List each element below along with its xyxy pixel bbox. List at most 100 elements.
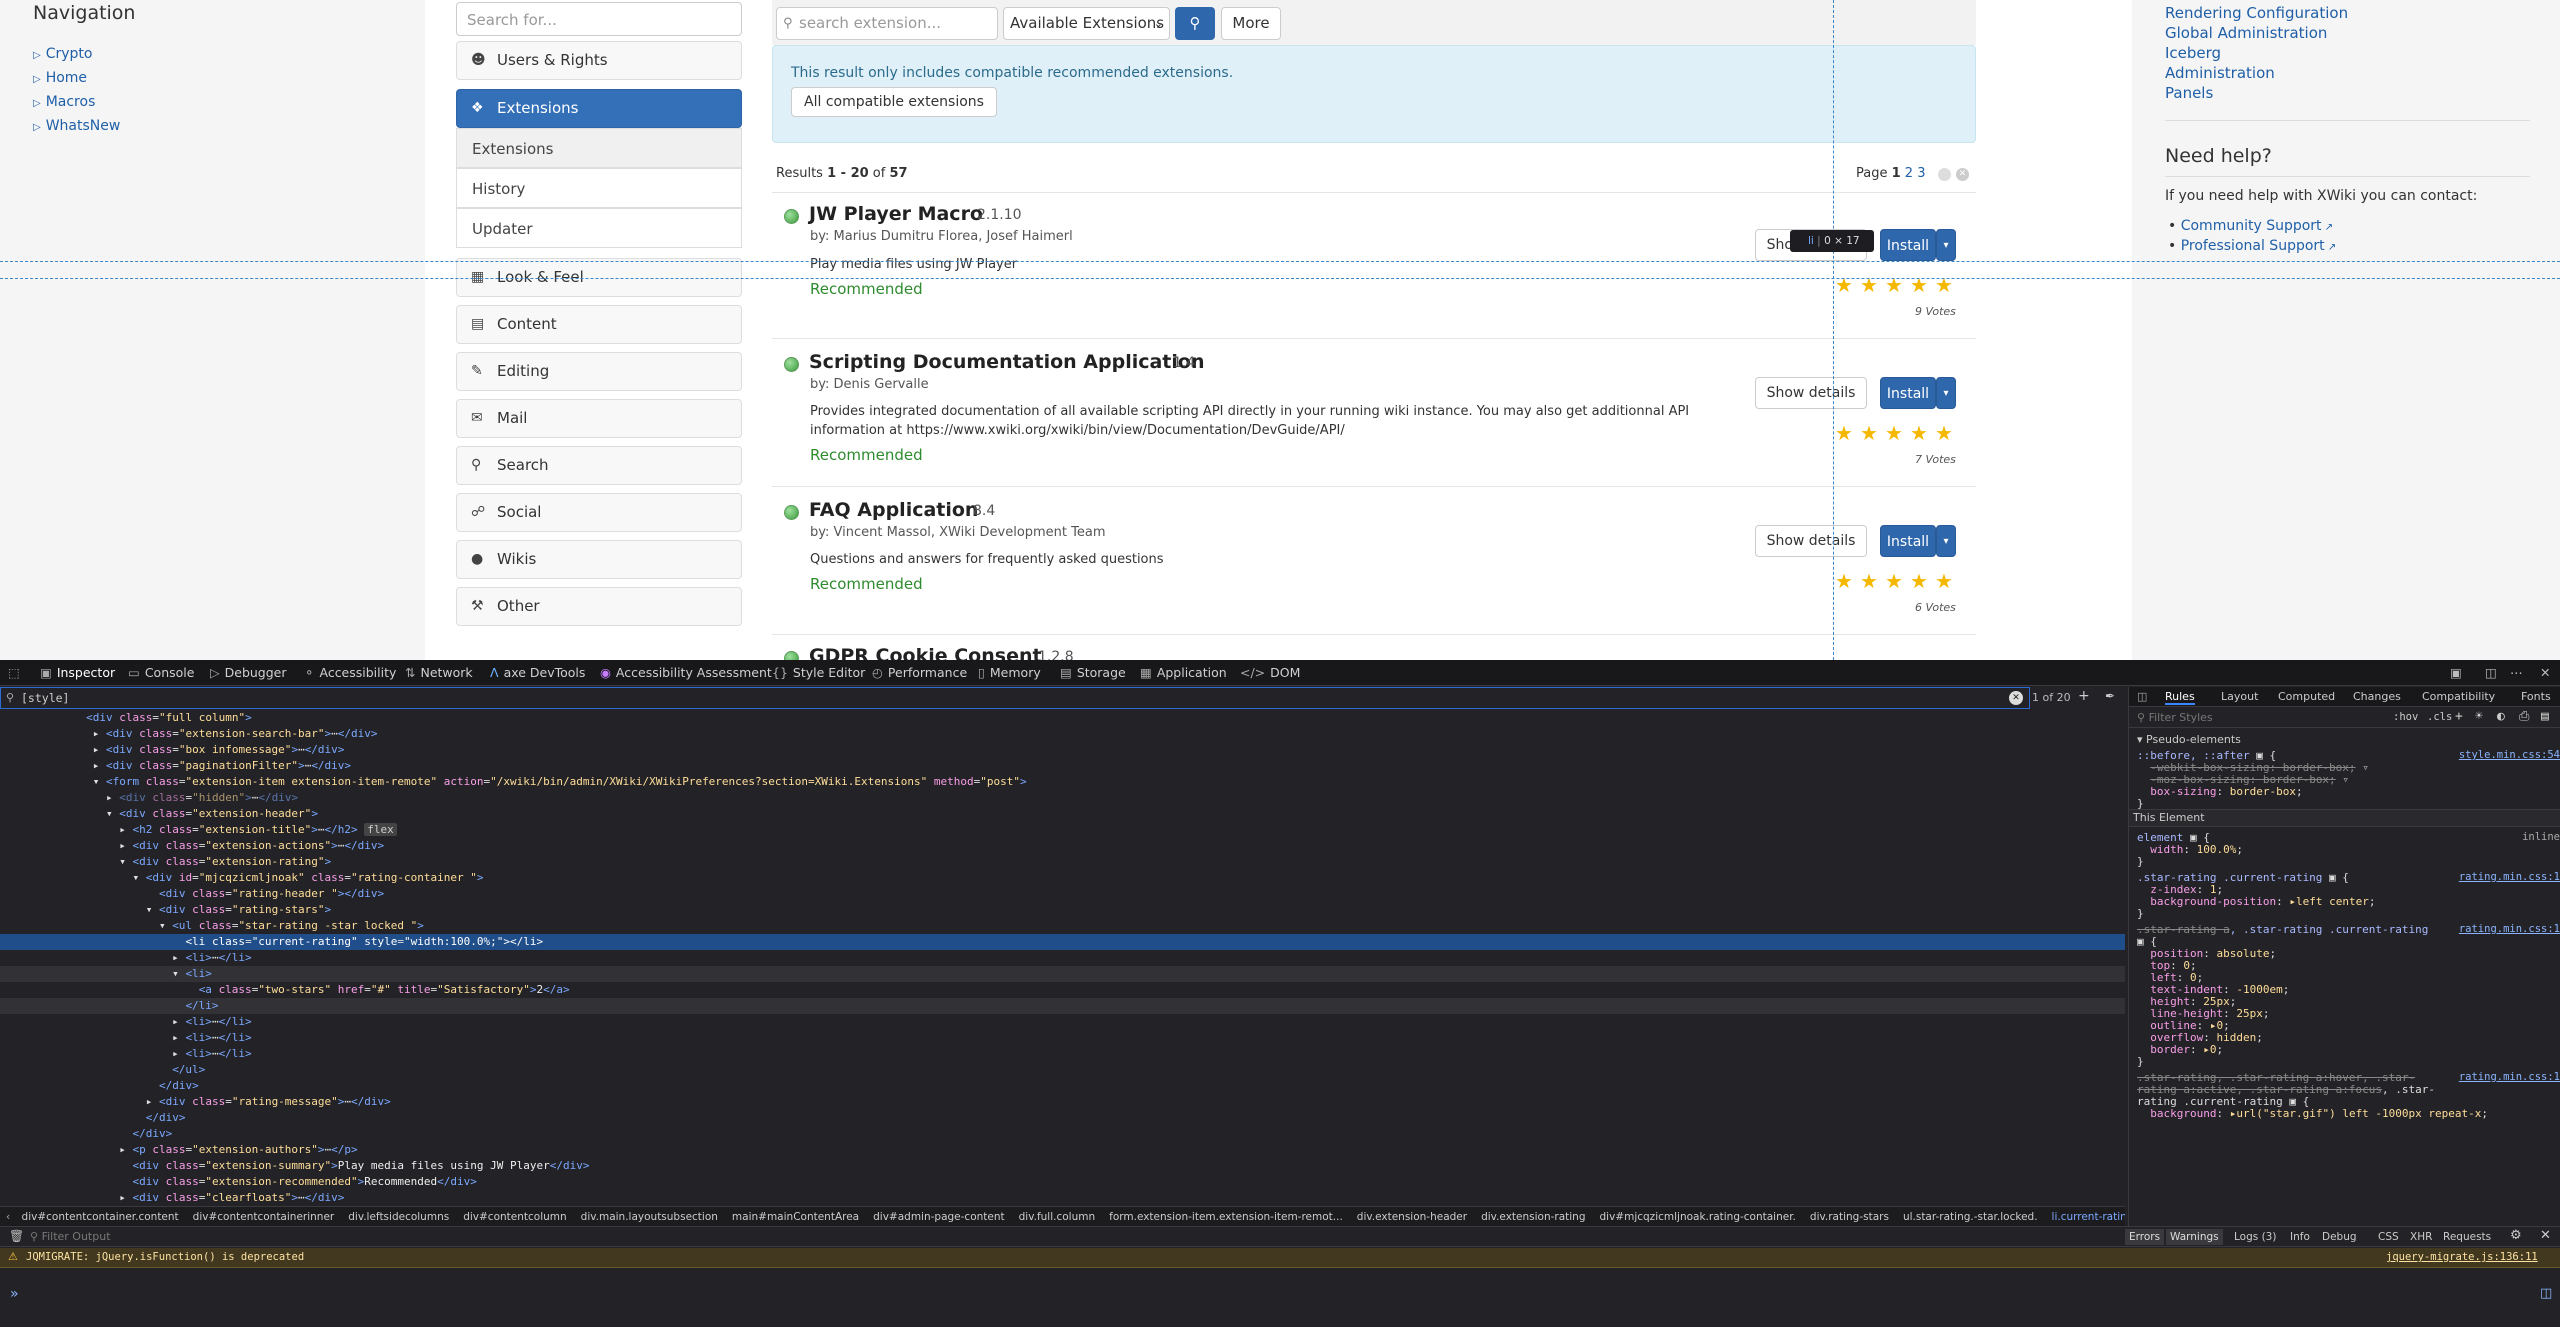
nav-item-macros[interactable]: ▷ Macros [33, 94, 95, 110]
install-button[interactable]: Install [1880, 525, 1936, 557]
tab-performance[interactable]: ◴ Performance [872, 660, 967, 686]
clear-search-icon[interactable]: ✕ [2009, 691, 2023, 705]
prev-page-icon[interactable] [1938, 168, 1951, 181]
markup-line[interactable]: ▾ <div id="mjcqzicmljnoak" class="rating… [0, 870, 2125, 886]
breadcrumb-item[interactable]: div.leftsidecolumns [348, 1211, 449, 1223]
markup-line[interactable]: ▸ <h2 class="extension-title">⋯</h2> fle… [0, 822, 2125, 838]
rating-star[interactable]: ★ [1834, 423, 1854, 443]
pseudo-elements-header[interactable]: ▾ Pseudo-elements [2137, 733, 2241, 746]
menu-other[interactable]: ⚒ Other [456, 587, 742, 626]
nav-item-whatsnew[interactable]: ▷ WhatsNew [33, 118, 120, 134]
markup-line[interactable]: ▸ <li>⋯</li> [0, 950, 2125, 966]
rating-star[interactable]: ★ [1859, 423, 1879, 443]
rating-star[interactable]: ★ [1859, 571, 1879, 591]
markup-line[interactable]: ▸ <div class="clearfloats">⋯</div> [0, 1190, 2125, 1206]
filter-debug-button[interactable]: Debug [2322, 1229, 2357, 1245]
filter-warnings-button[interactable]: Warnings [2166, 1229, 2223, 1245]
close-icon[interactable]: ✕ [2540, 660, 2550, 686]
extension-title[interactable]: Scripting Documentation Application [809, 351, 1204, 373]
markup-line[interactable]: ▸ <li>⋯</li> [0, 1046, 2125, 1062]
stylesheet-link[interactable]: style.min.css:54 [2459, 749, 2560, 761]
link-panels[interactable]: Panels [2165, 84, 2213, 102]
markup-line[interactable]: </ul> [0, 1062, 2125, 1078]
markup-line[interactable]: ▸ <p class="extension-authors">⋯</p> [0, 1142, 2125, 1158]
next-page-icon[interactable]: ✕ [1956, 168, 1969, 181]
more-button[interactable]: More [1221, 7, 1281, 40]
markup-line[interactable]: ▾ <div class="extension-header"> [0, 806, 2125, 822]
professional-support-link[interactable]: • Professional Support ↗ [2168, 238, 2336, 254]
markup-line[interactable]: ▸ <div class="rating-message">⋯</div> [0, 1094, 2125, 1110]
eyedropper-icon[interactable]: ✒ [2105, 689, 2115, 703]
rating-star[interactable]: ★ [1909, 423, 1929, 443]
markup-line[interactable]: ▸ <div class="box infomessage">⋯</div> [0, 742, 2125, 758]
responsive-icon[interactable]: ▣ [2450, 660, 2462, 686]
link-rendering-configuration[interactable]: Rendering Configuration [2165, 4, 2348, 22]
breadcrumb-item[interactable]: div#admin-page-content [873, 1211, 1005, 1223]
breadcrumb-item[interactable]: div#contentcontainer.content [22, 1211, 179, 1223]
community-support-link[interactable]: • Community Support ↗ [2168, 218, 2333, 234]
filter-logs-button[interactable]: Logs (3) [2234, 1229, 2276, 1245]
warning-source-link[interactable]: jquery-migrate.js:136:11 [2386, 1251, 2538, 1263]
print-icon[interactable]: ⎙ [2519, 709, 2529, 724]
rating-star[interactable]: ★ [1884, 423, 1904, 443]
console-filter-input[interactable]: ⚲ Filter Output [30, 1230, 111, 1243]
submenu-updater[interactable]: Updater [456, 208, 742, 248]
tab-dom[interactable]: </> DOM [1240, 660, 1300, 686]
markup-line[interactable]: ▾ <li> [0, 966, 2125, 982]
show-details-button[interactable]: Show details [1755, 377, 1867, 409]
markup-line[interactable]: ▾ <div class="rating-stars"> [0, 902, 2125, 918]
markup-line[interactable]: ▾ <form class="extension-item extension-… [0, 774, 2125, 790]
repository-select[interactable]: Available Extensions ⌄ [1003, 7, 1170, 40]
breadcrumb-scroll-left-icon[interactable]: ‹ [6, 1211, 10, 1223]
editor-mode-icon[interactable]: ◫ [2540, 1286, 2552, 1301]
rating-star[interactable]: ★ [1834, 571, 1854, 591]
markup-line[interactable]: ▸ <div class="extension-actions">⋯</div> [0, 838, 2125, 854]
install-dropdown-button[interactable]: ▾ [1936, 525, 1956, 557]
breadcrumb-item[interactable]: div.extension-header [1357, 1211, 1467, 1223]
tab-changes[interactable]: Changes [2353, 690, 2401, 703]
admin-search-input[interactable]: Search for... [456, 2, 742, 36]
filter-xhr-button[interactable]: XHR [2410, 1229, 2432, 1245]
markup-line[interactable]: ▸ <li>⋯</li> [0, 1030, 2125, 1046]
submenu-extensions[interactable]: Extensions [456, 128, 742, 168]
filter-styles-input[interactable]: ⚲ Filter Styles [2137, 711, 2213, 724]
tab-inspector[interactable]: ▣ Inspector [40, 660, 115, 686]
filter-requests-button[interactable]: Requests [2443, 1229, 2491, 1245]
markup-line[interactable]: </li> [0, 998, 2125, 1014]
rating-star[interactable]: ★ [1909, 571, 1929, 591]
search-button[interactable]: ⚲ [1175, 7, 1215, 40]
tab-debugger[interactable]: ▷ Debugger [210, 660, 287, 686]
console-settings-icon[interactable]: ⚙ [2510, 1228, 2522, 1243]
tab-storage[interactable]: ▤ Storage [1060, 660, 1126, 686]
markup-line[interactable]: <div class="full column"> [0, 710, 2125, 726]
markup-line[interactable]: ▸ <div class="paginationFilter">⋯</div> [0, 758, 2125, 774]
markup-line[interactable]: ▸ <div class="hidden">⋯</div> [0, 790, 2125, 806]
markup-line[interactable]: ▸ <li>⋯</li> [0, 1014, 2125, 1030]
markup-line-selected[interactable]: <li class="current-rating" style="width:… [0, 934, 2125, 950]
breadcrumb-item[interactable]: div#mjcqzicmljnoak.rating-container. [1600, 1211, 1796, 1223]
breadcrumb-item[interactable]: div.extension-rating [1481, 1211, 1585, 1223]
markup-line[interactable]: ▾ <div class="extension-rating"> [0, 854, 2125, 870]
tab-console[interactable]: ▭ Console [128, 660, 194, 686]
markup-search-input[interactable]: ⚲ [style] ✕ [0, 687, 2030, 709]
trash-icon[interactable]: 🗑 [9, 1229, 24, 1243]
menu-search[interactable]: ⚲ Search [456, 446, 742, 485]
tab-computed[interactable]: Computed [2278, 690, 2335, 703]
menu-users-rights[interactable]: ☻ Users & Rights [456, 41, 742, 80]
breadcrumb-item[interactable]: div.full.column [1019, 1211, 1096, 1223]
install-dropdown-button[interactable]: ▾ [1936, 229, 1956, 261]
markup-line[interactable]: </div> [0, 1126, 2125, 1142]
markup-line[interactable]: <div class="extension-recommended">Recom… [0, 1174, 2125, 1190]
filter-css-button[interactable]: CSS [2378, 1229, 2399, 1245]
install-button[interactable]: Install [1880, 229, 1936, 261]
rating-star[interactable]: ★ [1884, 571, 1904, 591]
install-button[interactable]: Install [1880, 377, 1936, 409]
rating-star[interactable]: ★ [1934, 571, 1954, 591]
menu-icon[interactable]: ⋯ [2510, 660, 2523, 686]
tab-accessibility[interactable]: ⚬ Accessibility [304, 660, 396, 686]
menu-extensions[interactable]: ❖ Extensions [456, 89, 742, 128]
menu-mail[interactable]: ✉ Mail [456, 399, 742, 438]
extension-search-input[interactable]: ⚲ search extension... [776, 7, 998, 40]
tab-rules[interactable]: Rules [2165, 690, 2195, 705]
stylesheet-link[interactable]: rating.min.css:1 [2459, 1071, 2560, 1083]
